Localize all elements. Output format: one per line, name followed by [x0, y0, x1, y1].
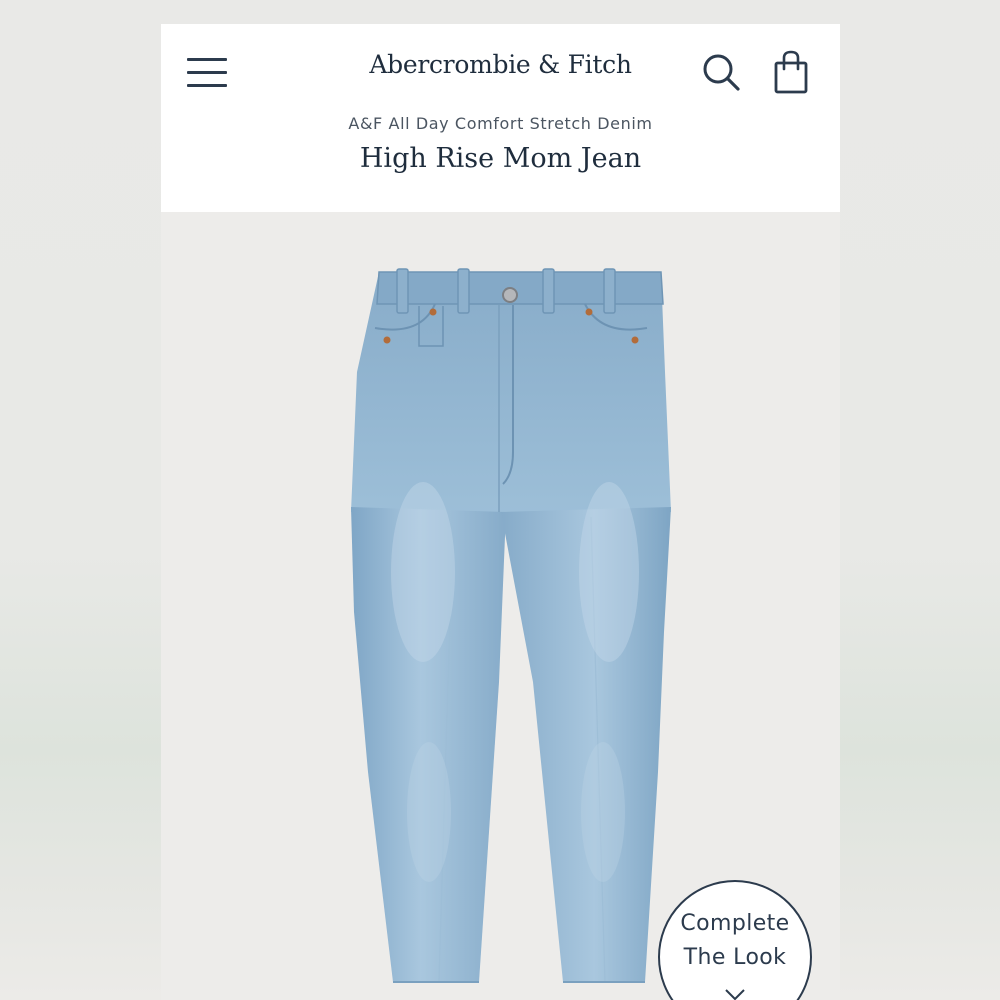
brand-logo[interactable]: Abercrombie & Fitch [311, 50, 690, 79]
product-title: High Rise Mom Jean [359, 143, 642, 174]
complete-look-label-line1: Complete [680, 911, 790, 936]
complete-look-label-line2: The Look [683, 945, 787, 970]
product-header: Abercrombie & Fitch A&F All Day Comfort … [161, 24, 840, 212]
product-collection: A&F All Day Comfort Stretch Denim [348, 114, 653, 133]
search-icon [703, 54, 740, 91]
search-button[interactable] [699, 50, 743, 94]
hamburger-menu-icon-bar [187, 84, 227, 87]
chevron-down-icon [725, 989, 745, 1000]
app-screen: Abercrombie & Fitch A&F All Day Comfort … [161, 24, 840, 1000]
hamburger-menu-icon [187, 58, 227, 61]
shopping-bag-button[interactable] [771, 48, 811, 96]
menu-button[interactable] [185, 54, 229, 90]
shopping-bag-icon [774, 50, 808, 94]
hamburger-menu-icon-bar [187, 71, 227, 74]
